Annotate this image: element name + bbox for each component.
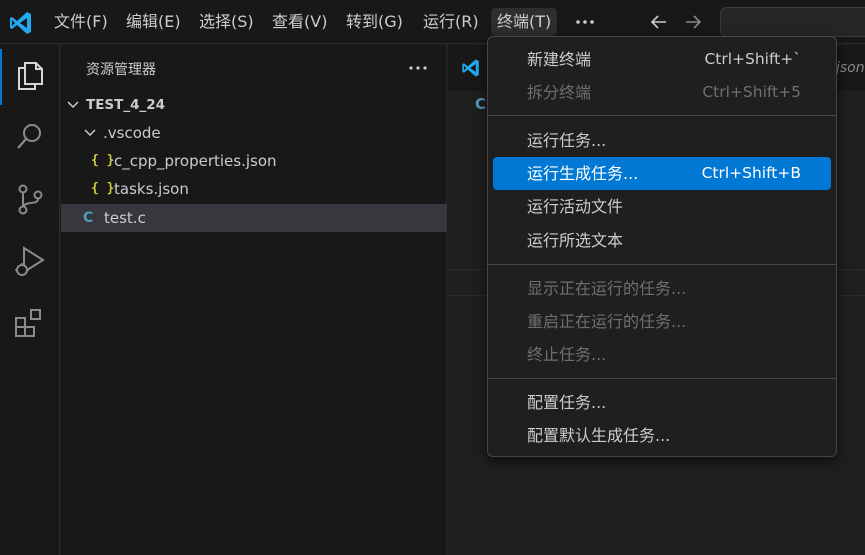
tree-label: .vscode [103, 124, 161, 142]
extensions-icon[interactable] [12, 305, 48, 341]
menu-go[interactable]: 转到(G) [340, 8, 409, 36]
json-file-icon: { } [91, 181, 115, 196]
menu-item-shortcut: Ctrl+Shift+` [704, 50, 801, 68]
menu-separator [488, 264, 836, 265]
json-file-icon: { } [91, 153, 115, 168]
menu-item-label: 拆分终端 [527, 83, 592, 102]
tree-label: TEST_4_24 [86, 97, 166, 113]
menu-selection[interactable]: 选择(S) [193, 8, 260, 36]
tab-partial-filename[interactable]: json [836, 60, 865, 76]
arrow-right-icon[interactable] [682, 11, 704, 33]
tree-folder-vscode[interactable]: .vscode [61, 119, 447, 147]
chevron-down-icon [84, 129, 96, 137]
menu-item-run-selected-text[interactable]: 运行所选文本 [493, 224, 831, 257]
menu-separator [488, 115, 836, 116]
menu-item-split-terminal[interactable]: 拆分终端 Ctrl+Shift+5 [493, 76, 831, 109]
command-center-search[interactable] [720, 7, 865, 37]
tree-label: c_cpp_properties.json [114, 152, 277, 170]
menu-item-shortcut: Ctrl+Shift+5 [702, 83, 801, 101]
activity-bar [0, 45, 60, 555]
breadcrumb-c-file-icon[interactable]: C [475, 95, 486, 113]
menu-item-label: 显示正在运行的任务... [527, 279, 687, 298]
menu-item-run-build-task[interactable]: 运行生成任务... Ctrl+Shift+B [493, 157, 831, 190]
menu-item-label: 配置任务... [527, 393, 607, 412]
menu-item-label: 运行活动文件 [527, 197, 624, 216]
sidebar-title: 资源管理器 [86, 62, 156, 78]
menu-item-label: 运行任务... [527, 131, 607, 150]
menu-item-terminate-task[interactable]: 终止任务... [493, 338, 831, 371]
menu-view[interactable]: 查看(V) [266, 8, 333, 36]
menu-item-run-active-file[interactable]: 运行活动文件 [493, 190, 831, 223]
menu-separator [488, 378, 836, 379]
more-actions-icon[interactable] [407, 57, 429, 79]
more-menu-icon[interactable] [573, 10, 597, 34]
menu-item-restart-running-task[interactable]: 重启正在运行的任务... [493, 305, 831, 338]
vscode-logo-icon[interactable] [7, 9, 35, 37]
menu-item-run-task[interactable]: 运行任务... [493, 124, 831, 157]
menu-item-label: 运行所选文本 [527, 231, 624, 250]
menu-terminal[interactable]: 终端(T) [491, 8, 558, 36]
tree-file-tasks[interactable]: { } tasks.json [61, 175, 447, 203]
menu-item-label: 新建终端 [527, 50, 592, 69]
tree-file-test-c[interactable]: C test.c [61, 204, 447, 232]
menu-item-label: 运行生成任务... [527, 164, 639, 183]
menu-item-new-terminal[interactable]: 新建终端 Ctrl+Shift+` [493, 43, 831, 76]
menu-item-configure-tasks[interactable]: 配置任务... [493, 386, 831, 419]
menu-item-label: 配置默认生成任务... [527, 426, 671, 445]
run-and-debug-icon[interactable] [12, 243, 48, 279]
menu-item-configure-default-build-task[interactable]: 配置默认生成任务... [493, 419, 831, 452]
explorer-files-icon[interactable] [12, 57, 48, 93]
active-view-indicator [0, 49, 2, 105]
tree-file-c-cpp-properties[interactable]: { } c_cpp_properties.json [61, 147, 447, 175]
chevron-down-icon [67, 101, 79, 109]
c-file-icon: C [83, 210, 94, 226]
tree-root-folder[interactable]: TEST_4_24 [61, 91, 447, 119]
menu-item-label: 终止任务... [527, 345, 607, 364]
arrow-left-icon[interactable] [648, 11, 670, 33]
menu-file[interactable]: 文件(F) [48, 8, 114, 36]
menu-run[interactable]: 运行(R) [417, 8, 485, 36]
menu-edit[interactable]: 编辑(E) [120, 8, 187, 36]
menu-item-shortcut: Ctrl+Shift+B [701, 164, 801, 182]
source-control-icon[interactable] [12, 181, 48, 217]
tree-label: tasks.json [114, 180, 189, 198]
terminal-menu-dropdown: 新建终端 Ctrl+Shift+` 拆分终端 Ctrl+Shift+5 运行任务… [487, 36, 837, 457]
tree-label: test.c [104, 209, 146, 227]
menu-item-label: 重启正在运行的任务... [527, 312, 687, 331]
vscode-tab-icon[interactable] [460, 57, 482, 79]
search-icon[interactable] [12, 119, 48, 155]
menu-item-show-running-tasks[interactable]: 显示正在运行的任务... [493, 272, 831, 305]
explorer-sidebar: 资源管理器 TEST_4_24 .vscode { } c_cpp_proper… [61, 45, 447, 555]
